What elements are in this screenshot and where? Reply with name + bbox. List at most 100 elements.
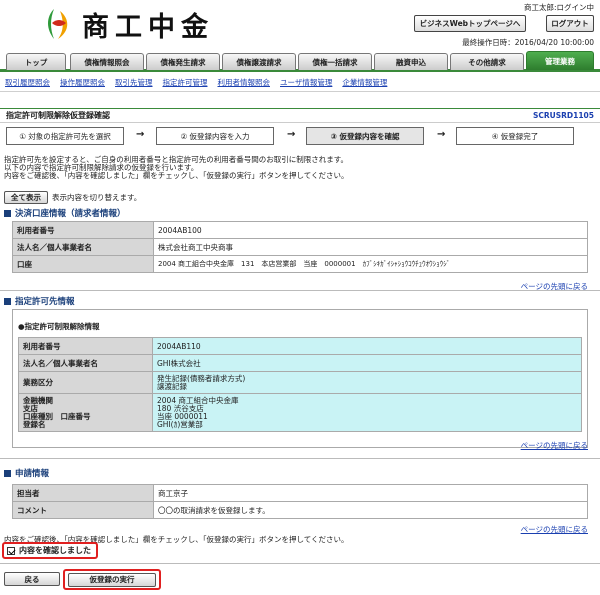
application-section-heading: 申請情報: [4, 467, 49, 479]
arrow-right-icon: →: [437, 129, 446, 140]
permitted-user-number-label: 利用者番号: [18, 337, 153, 355]
table-row: 法人名／個人事業者名 GHI株式会社: [18, 354, 582, 372]
last-operation-time: 最終操作日時：2016/04/20 10:00:00: [462, 38, 594, 47]
account-value-line: 当座 0000011: [157, 411, 208, 421]
show-all-button[interactable]: 全て表示: [4, 191, 48, 204]
table-row: 利用者番号 2004AB110: [18, 337, 582, 355]
step-confirm-content: ③ 仮登録内容を確認: [306, 127, 424, 145]
user-number-label: 利用者番号: [12, 221, 154, 239]
permitted-section-heading: 指定許可先情報: [4, 295, 75, 307]
tab-other-requests[interactable]: その他請求: [450, 53, 524, 70]
table-row: コメント 〇〇の取消請求を仮登録します。: [12, 501, 588, 519]
screen-id: SCRUSRD1105: [532, 111, 594, 120]
subnav-permission-management[interactable]: 指定許可管理: [163, 77, 208, 88]
step-indicator: ① 対象の指定許可先を選択 → ② 仮登録内容を入力 → ③ 仮登録内容を確認 …: [6, 127, 594, 147]
permitted-name-label: 法人名／個人事業者名: [18, 354, 153, 372]
step-select-target: ① 対象の指定許可先を選択: [6, 127, 124, 145]
application-heading-text: 申請情報: [15, 469, 50, 479]
account-value: 2004 商工組合中央金庫 131 本店営業部 当座 0000001 ｶﾌﾞｼｷ…: [153, 255, 588, 273]
square-bullet-icon: [4, 297, 11, 305]
step-input-content: ② 仮登録内容を入力: [156, 127, 274, 145]
table-row: 担当者 商工京子: [12, 484, 588, 502]
subnav-operation-history[interactable]: 操作履歴照会: [60, 77, 105, 88]
subnav-transaction-history[interactable]: 取引履歴照会: [5, 77, 50, 88]
step-complete: ④ 仮登録完了: [456, 127, 574, 145]
business-type-line: 発生記録(債務者請求方式): [157, 373, 246, 383]
business-type-line: 譲渡記録: [157, 381, 187, 391]
subnav-user-info-management[interactable]: ユーザ情報管理: [280, 77, 332, 88]
tab-claim-inquiry[interactable]: 債権情報照会: [70, 53, 144, 70]
account-label: 口座: [12, 255, 154, 273]
header: 商工中金 商工太郎:ログイン中 ビジネスWebトップページへ ログアウト 最終操…: [0, 0, 600, 50]
comment-value: 〇〇の取消請求を仮登録します。: [153, 501, 588, 519]
registered-name-label-line: 登録名: [23, 419, 46, 429]
registered-name-value-line: GHI(ｶ)営業部: [157, 419, 203, 429]
tab-claim-transfer[interactable]: 債権譲渡請求: [222, 53, 296, 70]
permitted-user-number-value: 2004AB110: [152, 337, 582, 355]
bank-info-value: 2004 商工組合中央金庫 180 渋谷支店 当座 0000011 GHI(ｶ)…: [152, 393, 582, 432]
bank-info-label: 金融機関 支店 口座種別 口座番号 登録名: [18, 393, 153, 432]
square-bullet-icon: [4, 469, 11, 477]
arrow-right-icon: →: [136, 129, 145, 140]
permitted-table: 利用者番号 2004AB110 法人名／個人事業者名 GHI株式会社 業務区分 …: [18, 337, 582, 432]
intro-text: 指定許可先を設定すると、ご自身の利用者番号と指定許可先の利用者番号間のお取引に制…: [4, 156, 594, 180]
comment-label: コメント: [12, 501, 154, 519]
table-row: 利用者番号 2004AB100: [12, 221, 588, 239]
user-number-value: 2004AB100: [153, 221, 588, 239]
application-table: 担当者 商工京子 コメント 〇〇の取消請求を仮登録します。: [12, 484, 588, 519]
permitted-heading-text: 指定許可先情報: [15, 297, 75, 307]
settlement-heading-text: 決済口座情報（請求者情報）: [15, 209, 126, 219]
table-row: 口座 2004 商工組合中央金庫 131 本店営業部 当座 0000001 ｶﾌ…: [12, 255, 588, 273]
execute-provisional-registration-button[interactable]: 仮登録の実行: [68, 572, 156, 587]
confirm-checkbox-label[interactable]: 内容を確認しました: [19, 545, 91, 556]
arrow-right-icon: →: [287, 129, 296, 140]
divider: [0, 563, 600, 564]
back-to-top-link[interactable]: ページの先頭に戻る: [521, 524, 588, 535]
subnav-business-partner[interactable]: 取引先管理: [115, 77, 153, 88]
table-row: 法人名／個人事業者名 株式会社商工中央商事: [12, 238, 588, 256]
business-type-label: 業務区分: [18, 371, 153, 394]
confirm-checkbox[interactable]: [7, 546, 15, 555]
sub-navigation: 取引履歴照会 操作履歴照会 取引先管理 指定許可管理 利用者情報照会 ユーザ情報…: [0, 74, 600, 92]
tab-claim-issue[interactable]: 債権発生請求: [146, 53, 220, 70]
logo-text: 商工中金: [82, 11, 214, 43]
bank-value-line: 2004 商工組合中央金庫: [157, 395, 239, 405]
company-name-value: 株式会社商工中央商事: [153, 238, 588, 256]
table-row: 金融機関 支店 口座種別 口座番号 登録名 2004 商工組合中央金庫 180 …: [18, 393, 582, 432]
subnav-user-info-inquiry[interactable]: 利用者情報照会: [218, 77, 271, 88]
show-all-area: 全て表示 表示内容を切り替えます。: [4, 191, 141, 204]
business-type-value: 発生記録(債務者請求方式) 譲渡記録: [152, 371, 582, 394]
page-title: 指定許可制限解除仮登録確認: [6, 111, 110, 120]
execute-highlight: 仮登録の実行: [63, 569, 161, 590]
page-title-bar: 指定許可制限解除仮登録確認 SCRUSRD1105: [0, 108, 600, 123]
company-name-label: 法人名／個人事業者名: [12, 238, 154, 256]
show-all-note: 表示内容を切り替えます。: [52, 193, 142, 202]
tab-management[interactable]: 管理業務: [526, 51, 594, 70]
tab-bulk-request[interactable]: 債権一括請求: [298, 53, 372, 70]
main-tabs: トップ 債権情報照会 債権発生請求 債権譲渡請求 債権一括請求 融資申込 その他…: [0, 50, 600, 72]
branch-value-line: 180 渋谷支店: [157, 403, 204, 413]
settlement-section-heading: 決済口座情報（請求者情報）: [4, 207, 126, 219]
square-bullet-icon: [4, 209, 11, 217]
back-to-top-link[interactable]: ページの先頭に戻る: [521, 440, 588, 451]
logout-button[interactable]: ログアウト: [546, 15, 594, 32]
settlement-table: 利用者番号 2004AB100 法人名／個人事業者名 株式会社商工中央商事 口座…: [12, 221, 588, 273]
table-row: 業務区分 発生記録(債務者請求方式) 譲渡記録: [18, 371, 582, 394]
tab-loan-application[interactable]: 融資申込: [374, 53, 448, 70]
shokochukin-logo-icon: [48, 9, 68, 39]
person-in-charge-value: 商工京子: [153, 484, 588, 502]
divider: [0, 290, 600, 291]
permitted-name-value: GHI株式会社: [152, 354, 582, 372]
tab-top[interactable]: トップ: [6, 53, 66, 70]
back-button[interactable]: 戻る: [4, 572, 60, 586]
intro-line: 内容をご確認後、「内容を確認しました」欄をチェックし、「仮登録の実行」ボタンを押…: [4, 171, 349, 180]
bank-label-line: 金融機関: [23, 395, 53, 405]
confirm-checkbox-area[interactable]: 内容を確認しました: [2, 542, 98, 559]
logo: 商工中金: [40, 5, 240, 43]
person-in-charge-label: 担当者: [12, 484, 154, 502]
business-web-top-button[interactable]: ビジネスWebトップページへ: [414, 15, 526, 32]
subnav-company-info-management[interactable]: 企業情報管理: [342, 77, 387, 88]
user-status: 商工太郎:ログイン中: [523, 3, 594, 12]
permitted-sub-heading: ●指定許可制限解除情報: [18, 322, 100, 331]
divider: [0, 458, 600, 459]
